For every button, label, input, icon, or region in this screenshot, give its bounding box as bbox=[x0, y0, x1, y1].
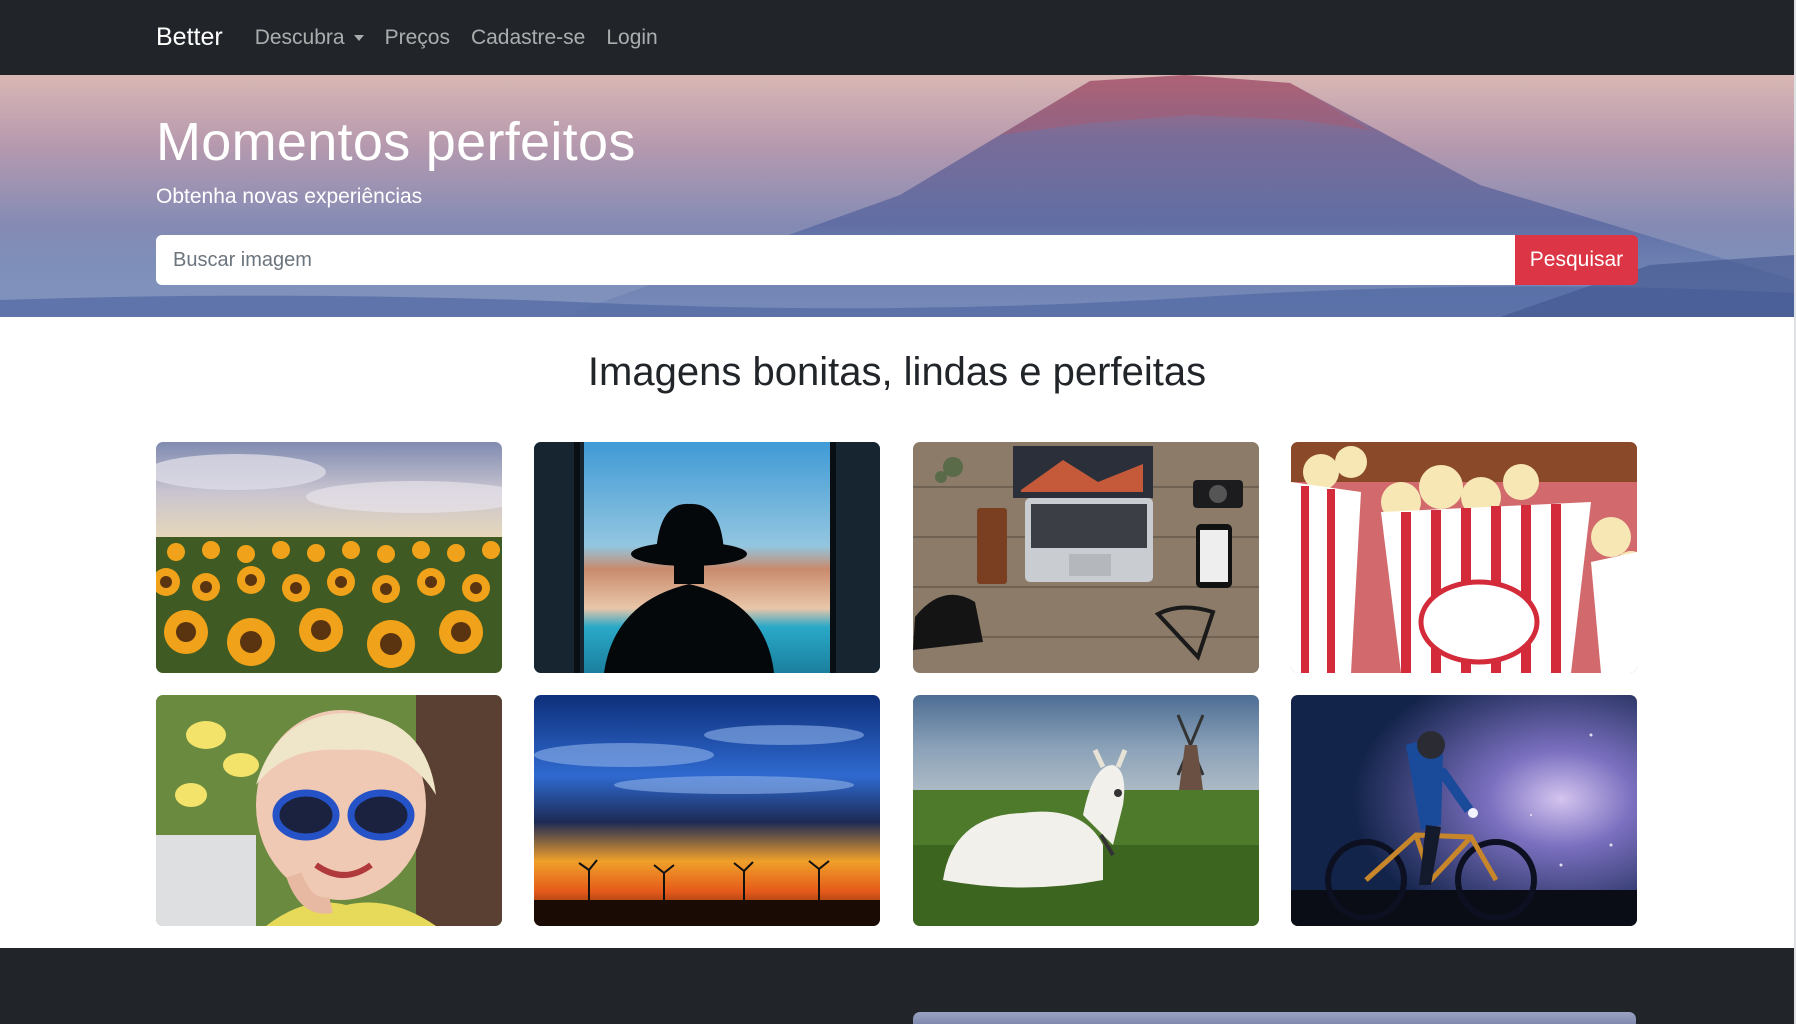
footer bbox=[0, 948, 1794, 1024]
nav-signup-link[interactable]: Cadastre-se bbox=[471, 26, 585, 50]
gallery-image-goat-windmill[interactable] bbox=[913, 695, 1259, 926]
nav-login-link[interactable]: Login bbox=[606, 26, 657, 50]
gallery-image-laptop-desk[interactable] bbox=[913, 442, 1259, 673]
gallery-image-sunset-turbines[interactable] bbox=[534, 695, 880, 926]
brand-logo[interactable]: Better bbox=[156, 23, 223, 52]
sunflowers-image bbox=[156, 442, 502, 673]
goat-windmill-image bbox=[913, 695, 1259, 926]
gallery-title: Imagens bonitas, lindas e perfeitas bbox=[587, 350, 1207, 394]
search-input[interactable] bbox=[156, 235, 1515, 285]
nav-pricing-link[interactable]: Preços bbox=[385, 26, 450, 50]
laptop-desk-image bbox=[913, 442, 1259, 673]
hero-banner: Momentos perfeitos Obtenha novas experiê… bbox=[0, 75, 1794, 317]
gallery-image-popcorn[interactable] bbox=[1291, 442, 1637, 673]
caret-down-icon bbox=[353, 34, 364, 41]
top-navbar: Better Descubra Preços Cadastre-se Login bbox=[0, 0, 1794, 75]
popcorn-image bbox=[1291, 442, 1637, 673]
gallery-image-sunflowers[interactable] bbox=[156, 442, 502, 673]
silhouette-image bbox=[534, 442, 880, 673]
nav-discover-label: Descubra bbox=[254, 25, 345, 49]
cyclist-night-image bbox=[1291, 695, 1637, 926]
search-bar: Pesquisar bbox=[156, 235, 1638, 285]
nav-discover-dropdown[interactable]: Descubra bbox=[255, 26, 364, 50]
page: Better Descubra Preços Cadastre-se Login bbox=[0, 0, 1796, 1024]
search-button[interactable]: Pesquisar bbox=[1515, 235, 1638, 285]
gallery-image-cyclist-night[interactable] bbox=[1291, 695, 1637, 926]
woman-sunglasses-image bbox=[156, 695, 502, 926]
hero-title: Momentos perfeitos bbox=[156, 112, 636, 172]
gallery-image-silhouette[interactable] bbox=[534, 442, 880, 673]
hero-subtitle: Obtenha novas experiências bbox=[156, 185, 423, 208]
sunset-turbines-image bbox=[534, 695, 880, 926]
gallery-image-woman-sunglasses[interactable] bbox=[156, 695, 502, 926]
footer-image-preview bbox=[913, 1012, 1636, 1024]
